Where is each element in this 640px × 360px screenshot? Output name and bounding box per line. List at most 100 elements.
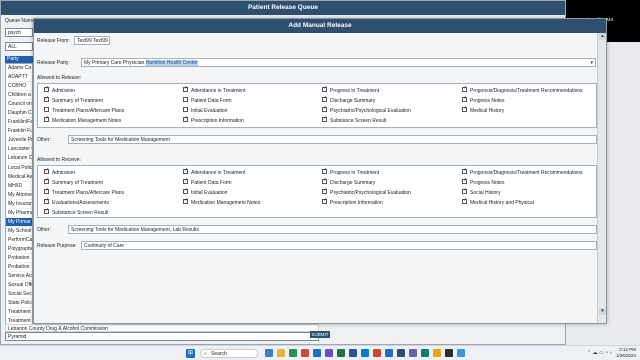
party-list-item[interactable]: Lebanon C bbox=[6, 154, 32, 164]
scroll-down-icon[interactable]: ▾ bbox=[599, 308, 606, 315]
checkbox-icon[interactable] bbox=[44, 117, 49, 123]
checkbox-item[interactable]: Initial Evaluation bbox=[183, 107, 227, 114]
checkbox-icon[interactable] bbox=[183, 189, 188, 195]
party-list-item[interactable]: Social Secu bbox=[6, 290, 32, 300]
checkbox-item[interactable]: Initial Evaluation bbox=[183, 189, 227, 196]
release-purpose-input[interactable]: Continuity of Care bbox=[81, 241, 597, 250]
windows-start-icon[interactable]: ⊞ bbox=[186, 349, 195, 358]
other-release-input[interactable]: Screening Tools for Medication Managemen… bbox=[68, 135, 597, 144]
app-icon[interactable] bbox=[301, 349, 309, 357]
checkbox-item[interactable]: Admission bbox=[44, 169, 75, 176]
app-icon[interactable] bbox=[421, 349, 429, 357]
checkbox-icon[interactable] bbox=[322, 169, 327, 175]
checkbox-item[interactable]: Medication Management Notes bbox=[183, 199, 260, 206]
powerpoint-icon[interactable] bbox=[373, 349, 381, 357]
checkbox-icon[interactable] bbox=[183, 87, 188, 93]
excel-icon[interactable] bbox=[337, 349, 345, 357]
party-list-item[interactable]: Treatment bbox=[6, 308, 32, 318]
party-list-item[interactable]: Probation bbox=[6, 254, 32, 264]
checkbox-item[interactable]: Medical History and Physical bbox=[462, 199, 534, 206]
checkbox-item[interactable]: Attendance in Treatment bbox=[183, 87, 245, 94]
checkbox-item[interactable]: Admission bbox=[44, 87, 75, 94]
checkbox-item[interactable]: Social History bbox=[462, 189, 501, 196]
checkbox-icon[interactable] bbox=[322, 199, 327, 205]
checkbox-icon[interactable] bbox=[44, 209, 49, 215]
checkbox-item[interactable]: Summary of Treatment bbox=[44, 179, 103, 186]
checkbox-icon[interactable] bbox=[183, 169, 188, 175]
app-icon[interactable] bbox=[289, 349, 297, 357]
party-list-item[interactable]: Juvenile Pr bbox=[6, 136, 32, 146]
checkbox-icon[interactable] bbox=[322, 107, 327, 113]
checkbox-icon[interactable] bbox=[462, 179, 467, 185]
checkbox-icon[interactable] bbox=[462, 199, 467, 205]
checkbox-item[interactable]: Progress Notes bbox=[462, 179, 504, 186]
scroll-up-icon[interactable]: ▴ bbox=[599, 33, 606, 40]
checkbox-item[interactable]: Medication Management Notes bbox=[44, 117, 121, 124]
checkbox-item[interactable]: Prognosis/Diagnosis/Treatment Recommenda… bbox=[462, 169, 583, 176]
party-list-item[interactable]: PerformCar bbox=[6, 236, 32, 245]
party-list-item[interactable]: Local Police bbox=[6, 164, 32, 173]
queue-filter-select[interactable]: ALL bbox=[5, 42, 33, 51]
party-list-item[interactable]: Adams Co bbox=[6, 64, 32, 74]
checkbox-item[interactable]: Attendance in Treatment bbox=[183, 169, 245, 176]
list-item[interactable]: Pyramid bbox=[5, 332, 319, 341]
checkbox-icon[interactable] bbox=[462, 87, 467, 93]
app-icon[interactable] bbox=[457, 349, 465, 357]
checkbox-item[interactable]: Progress in Treatment bbox=[322, 87, 379, 94]
party-list-item[interactable]: Franklin/Fa bbox=[6, 118, 32, 128]
checkbox-item[interactable]: Prescription Information bbox=[322, 199, 383, 206]
checkbox-item[interactable]: Medical History bbox=[462, 107, 504, 114]
party-list-item[interactable]: Polygraphe bbox=[6, 245, 32, 254]
app-icon[interactable] bbox=[433, 349, 441, 357]
checkbox-icon[interactable] bbox=[322, 117, 327, 123]
party-list-item[interactable]: Franklin Fu bbox=[6, 127, 32, 137]
checkbox-item[interactable]: Psychiatric/Psychological Evaluation bbox=[322, 107, 411, 114]
checkbox-icon[interactable] bbox=[183, 179, 188, 185]
word-icon[interactable] bbox=[349, 349, 357, 357]
outlook-icon[interactable] bbox=[361, 349, 369, 357]
taskbar-search[interactable]: ⌕ Search bbox=[200, 349, 258, 358]
checkbox-icon[interactable] bbox=[44, 97, 49, 103]
checkbox-icon[interactable] bbox=[322, 189, 327, 195]
checkbox-item[interactable]: Patient Data Form bbox=[183, 179, 232, 186]
queue-search-input[interactable]: psych bbox=[5, 28, 33, 37]
party-list-item[interactable]: Children a bbox=[6, 91, 32, 101]
dialog-scrollbar[interactable]: ▴ ▾ bbox=[597, 33, 606, 323]
checkbox-icon[interactable] bbox=[462, 107, 467, 113]
list-item[interactable]: Lebanon County Drug & Alcohol Commission bbox=[5, 324, 319, 332]
app-icon[interactable] bbox=[409, 349, 417, 357]
system-tray[interactable]: ⌃ ☁ ▭ ◔ ♪ bbox=[587, 350, 612, 356]
checkbox-icon[interactable] bbox=[183, 107, 188, 113]
checkbox-item[interactable]: Psychiatric/Psychological Evaluation bbox=[322, 189, 411, 196]
checkbox-icon[interactable] bbox=[44, 199, 49, 205]
checkbox-item[interactable]: Evaluations/Assessments bbox=[44, 199, 109, 206]
checkbox-icon[interactable] bbox=[183, 97, 188, 103]
party-list[interactable]: Adams Co ADAPTT CCBHO Children a Council on D… bbox=[5, 63, 33, 329]
checkbox-item[interactable]: Treatment Plans/Aftercare Plans bbox=[44, 107, 124, 114]
party-list-item[interactable]: State Police bbox=[6, 299, 32, 309]
checkbox-item[interactable]: Discharge Summary bbox=[322, 179, 375, 186]
party-list-item[interactable]: My Attorne bbox=[6, 191, 32, 200]
party-list-item[interactable]: Council on bbox=[6, 100, 32, 110]
submit-button[interactable]: SUBMIT bbox=[310, 331, 330, 338]
checkbox-item[interactable]: Prescription Information bbox=[183, 117, 244, 124]
party-list-item[interactable]: Sexual Offe bbox=[6, 281, 32, 291]
checkbox-item[interactable]: Discharge Summary bbox=[322, 97, 375, 104]
party-list-item[interactable]: MH/ID bbox=[6, 182, 32, 191]
checkbox-icon[interactable] bbox=[462, 169, 467, 175]
checkbox-icon[interactable] bbox=[44, 107, 49, 113]
release-from-field[interactable]: Test99 Test99 bbox=[74, 36, 110, 45]
checkbox-icon[interactable] bbox=[322, 179, 327, 185]
edge-icon[interactable] bbox=[313, 349, 321, 357]
app-icon[interactable] bbox=[265, 349, 273, 357]
app-icon[interactable] bbox=[445, 349, 453, 357]
checkbox-icon[interactable] bbox=[322, 97, 327, 103]
checkbox-item[interactable]: Treatment Plans/Aftercare Plans bbox=[44, 189, 124, 196]
party-list-item[interactable]: Medical As bbox=[6, 173, 32, 182]
release-party-select[interactable]: My Primary Care Physician Hamilton Healt… bbox=[81, 58, 596, 67]
checkbox-icon[interactable] bbox=[183, 117, 188, 123]
party-list-item[interactable]: My Primar bbox=[6, 217, 32, 227]
party-list-item[interactable]: CCBHO bbox=[6, 82, 32, 92]
app-icon[interactable] bbox=[397, 349, 405, 357]
teams-icon[interactable] bbox=[325, 349, 333, 357]
